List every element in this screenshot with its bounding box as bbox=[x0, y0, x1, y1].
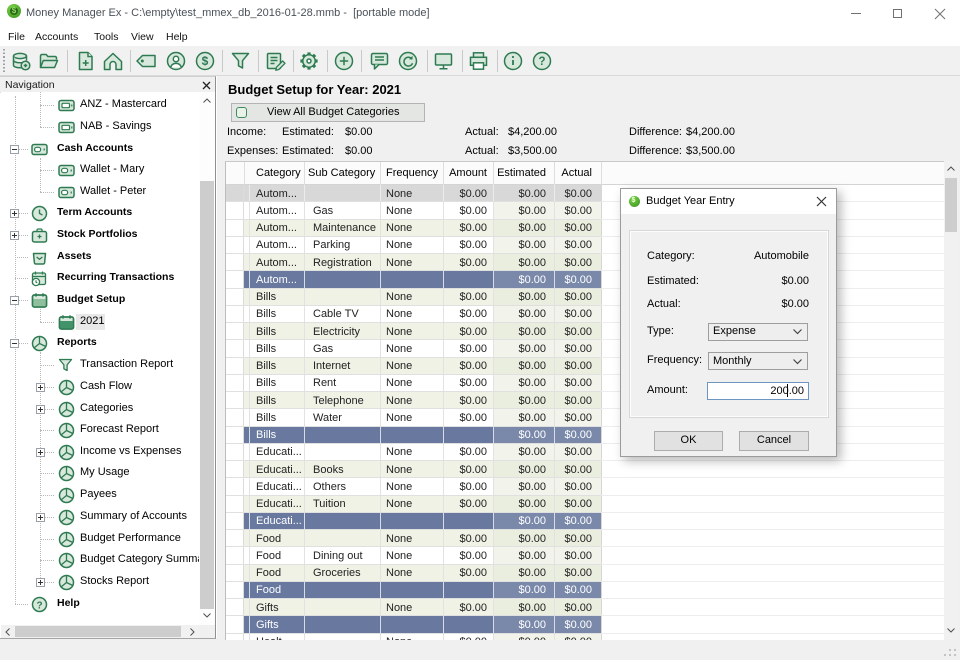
svg-text:?: ? bbox=[36, 600, 42, 611]
svg-text:$: $ bbox=[202, 54, 209, 68]
svg-text:?: ? bbox=[538, 56, 545, 68]
